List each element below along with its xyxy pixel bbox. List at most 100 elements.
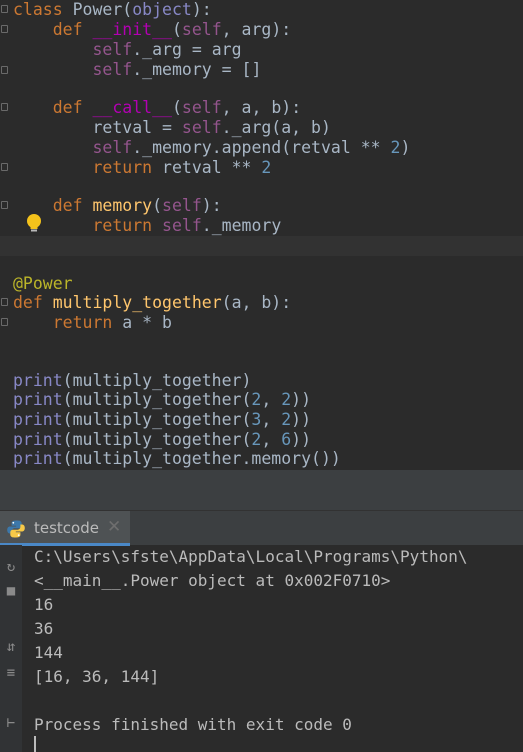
code-line[interactable]: print(multiply_together(2, 2)) xyxy=(0,390,523,410)
code-token: self xyxy=(181,20,222,39)
code-line[interactable]: def multiply_together(a, b): xyxy=(0,293,523,313)
code-line[interactable]: retval = self._arg(a, b) xyxy=(0,118,523,138)
code-token: Power xyxy=(72,0,123,19)
tab-label: testcode xyxy=(34,519,99,537)
code-token: 2 xyxy=(251,390,262,409)
code-token: self xyxy=(92,60,133,79)
console-output-line: 36 xyxy=(34,619,54,638)
rerun-icon[interactable]: ↻ xyxy=(3,559,19,575)
code-token: print xyxy=(13,430,63,449)
stop-icon[interactable]: ■ xyxy=(3,583,19,599)
code-line[interactable]: self._memory = [] xyxy=(0,60,523,80)
code-line[interactable]: @Power xyxy=(0,274,523,294)
code-token: self xyxy=(181,118,222,137)
code-line[interactable]: print(multiply_together.memory()) xyxy=(0,449,523,469)
code-token: ): xyxy=(191,0,212,19)
close-icon[interactable]: ✕ xyxy=(107,517,121,537)
current-line-highlight[interactable] xyxy=(0,236,523,256)
code-token: multiply_together xyxy=(52,293,222,312)
fold-marker-icon[interactable] xyxy=(1,103,8,111)
code-line[interactable]: print(multiply_together) xyxy=(0,371,523,391)
code-line[interactable]: def __init__(self, arg): xyxy=(0,20,523,40)
console-caret[interactable] xyxy=(34,736,36,752)
console-output-line: 144 xyxy=(34,643,63,662)
code-token: retval ** xyxy=(162,158,262,177)
console-output-line: [16, 36, 144] xyxy=(34,667,160,686)
code-token: retval = xyxy=(13,118,182,137)
fold-marker-icon[interactable] xyxy=(1,318,8,326)
pin-icon[interactable]: ⊢ xyxy=(3,715,19,731)
console-output-line: 16 xyxy=(34,595,54,614)
fold-marker-icon[interactable] xyxy=(1,5,8,13)
code-line[interactable]: self._arg = arg xyxy=(0,40,523,60)
fold-marker-icon[interactable] xyxy=(1,25,8,33)
code-token: ._memory.append(retval ** xyxy=(132,138,391,157)
code-token: )) xyxy=(291,410,312,429)
code-token: a * b xyxy=(122,313,172,332)
code-token: ): xyxy=(201,196,222,215)
code-line[interactable]: return retval ** 2 xyxy=(0,158,523,178)
fold-marker-icon[interactable] xyxy=(1,163,8,171)
code-line[interactable]: def memory(self): xyxy=(0,196,523,216)
code-token: self xyxy=(162,216,202,235)
code-token: ( xyxy=(152,196,163,215)
code-token: print xyxy=(13,449,63,468)
code-token: ._memory = [] xyxy=(132,60,262,79)
code-token: return xyxy=(52,313,123,332)
code-token: class xyxy=(13,0,73,19)
code-token: ) xyxy=(400,138,411,157)
code-token: __call__ xyxy=(92,98,172,117)
code-token: print xyxy=(13,371,63,390)
code-token: def xyxy=(52,20,93,39)
tab-testcode[interactable]: testcode ✕ xyxy=(0,511,130,546)
code-line[interactable]: class Power(object): xyxy=(0,0,523,20)
code-token: self xyxy=(92,40,133,59)
code-token: (a, b): xyxy=(221,293,292,312)
code-token: @Power xyxy=(13,274,73,293)
code-token: (multiply_together) xyxy=(62,371,252,390)
code-line[interactable]: print(multiply_together(3, 2)) xyxy=(0,410,523,430)
lightbulb-icon[interactable] xyxy=(23,212,45,234)
code-token: , xyxy=(261,430,282,449)
code-line[interactable]: return self._memory xyxy=(0,216,523,236)
run-tool-window: testcode ✕ ↻ ■ ⇵ ≡ ⊢ C:\Users\sfste\AppD… xyxy=(0,510,523,752)
fold-marker-icon[interactable] xyxy=(1,298,8,306)
console-output-line: C:\Users\sfste\AppData\Local\Programs\Py… xyxy=(34,547,468,566)
code-token: ._arg = arg xyxy=(132,40,242,59)
code-line[interactable]: def __call__(self, a, b): xyxy=(0,98,523,118)
code-token: (multiply_together( xyxy=(62,390,252,409)
code-line[interactable]: return a * b xyxy=(0,313,523,333)
scroll-to-end-icon[interactable]: ≡ xyxy=(3,665,19,681)
code-token: ._arg(a, b) xyxy=(221,118,331,137)
code-token: )) xyxy=(291,430,312,449)
python-icon xyxy=(7,520,25,538)
console-exit-status: Process finished with exit code 0 xyxy=(34,715,352,734)
code-token: , arg): xyxy=(221,20,292,39)
code-token: memory xyxy=(92,196,153,215)
code-token: 6 xyxy=(281,430,292,449)
code-token: , xyxy=(261,390,282,409)
code-token: ( xyxy=(122,0,133,19)
fold-marker-icon[interactable] xyxy=(1,201,8,209)
code-line[interactable]: self._memory.append(retval ** 2) xyxy=(0,138,523,158)
code-token: 2 xyxy=(261,158,272,177)
code-editor[interactable]: class Power(object): def __init__(self, … xyxy=(0,0,523,470)
soft-wrap-icon[interactable]: ⇵ xyxy=(3,639,19,655)
code-token: 2 xyxy=(281,410,292,429)
code-token: 2 xyxy=(281,390,292,409)
code-token: __init__ xyxy=(92,20,172,39)
code-token: object xyxy=(132,0,192,19)
code-token: ( xyxy=(171,98,182,117)
code-line[interactable]: print(multiply_together(2, 6)) xyxy=(0,430,523,450)
code-token: 3 xyxy=(251,410,262,429)
fold-marker-icon[interactable] xyxy=(1,66,8,74)
code-token: return xyxy=(92,216,163,235)
code-token: 2 xyxy=(390,138,401,157)
code-token: return xyxy=(92,158,163,177)
code-token: , xyxy=(261,410,282,429)
